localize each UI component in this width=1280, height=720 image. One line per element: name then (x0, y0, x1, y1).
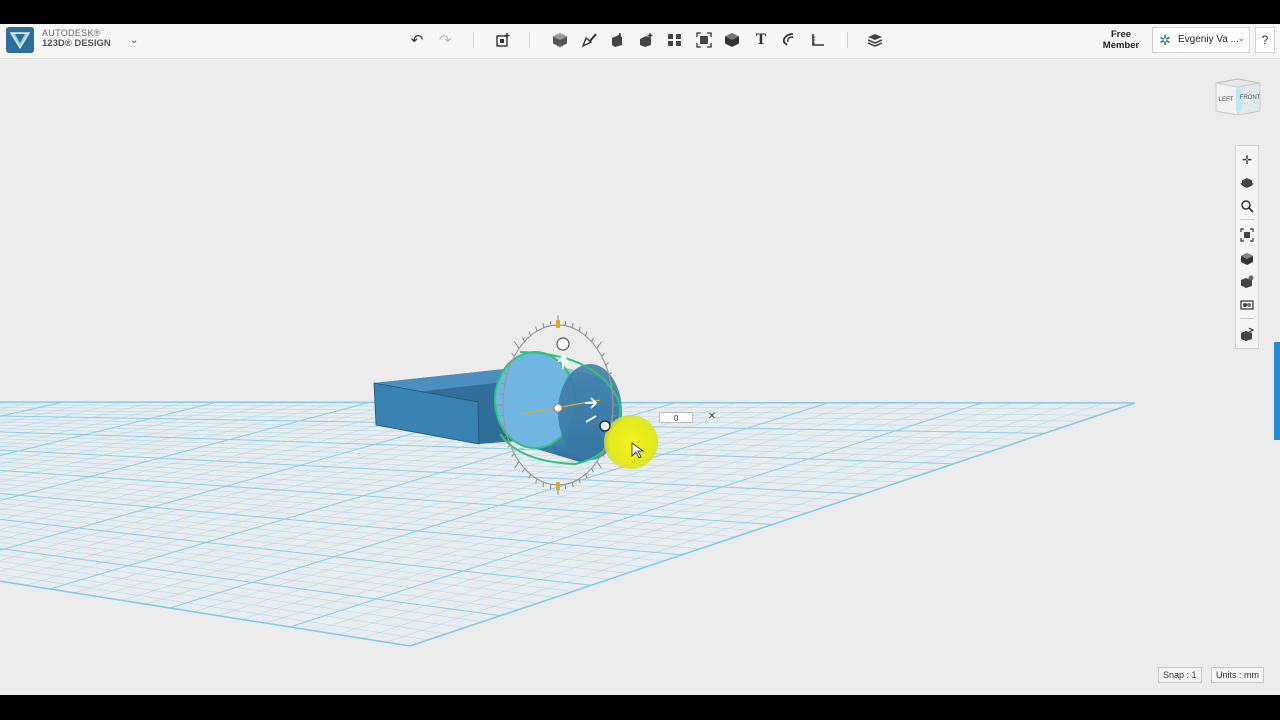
membership-status[interactable]: Free Member (1100, 29, 1142, 51)
sketch-icon[interactable] (578, 29, 600, 51)
perspective-icon[interactable] (1237, 249, 1257, 269)
3d-viewport[interactable] (0, 58, 1280, 695)
navigation-bar: ✛ (1235, 145, 1259, 349)
toolbar-separator (473, 32, 474, 48)
avatar-icon: ✲ (1159, 32, 1171, 48)
navbar-separator (1240, 318, 1254, 319)
toolbar-separator (529, 32, 530, 48)
material-icon[interactable] (864, 29, 886, 51)
pattern-icon[interactable] (664, 29, 686, 51)
member-line-1: Free (1110, 29, 1132, 40)
user-name: Evgeniy Va ... (1178, 34, 1239, 45)
brand-line-1: AUTODESK® (42, 28, 101, 38)
primitives-icon[interactable] (549, 29, 571, 51)
measure-icon[interactable] (807, 29, 829, 51)
snap-icon[interactable] (778, 29, 800, 51)
view-cube[interactable]: LEFT FRONT (1214, 75, 1262, 116)
construct-icon[interactable] (606, 29, 628, 51)
text-icon[interactable]: T (750, 29, 772, 51)
user-account-dropdown[interactable]: ✲ Evgeniy Va ... ⌄ (1152, 27, 1250, 53)
snap-setting[interactable]: Snap : 1 (1158, 667, 1202, 683)
chevron-down-icon: ⌄ (1237, 33, 1245, 43)
units-setting[interactable]: Units : mm (1211, 667, 1265, 683)
side-panel-toggle[interactable] (1274, 342, 1280, 440)
rotation-handle-icon[interactable] (599, 420, 611, 432)
materials-outlines-icon[interactable] (1237, 295, 1257, 315)
gizmo-handle-bottom[interactable] (556, 482, 560, 490)
grouping-icon[interactable] (693, 29, 715, 51)
highlight-cursor-marker (604, 415, 658, 469)
member-line-2: Member (1102, 40, 1140, 51)
pan-icon[interactable]: ✛ (1237, 150, 1257, 170)
wrench-icon[interactable]: ✕ (705, 410, 719, 424)
modify-icon[interactable] (635, 29, 657, 51)
app-logo-icon[interactable] (6, 27, 34, 53)
fit-icon[interactable] (1237, 225, 1257, 245)
gizmo-handle-top[interactable] (556, 320, 560, 328)
help-button[interactable]: ? (1255, 27, 1275, 53)
visibility-icon[interactable] (1237, 272, 1257, 292)
combine-icon[interactable] (721, 29, 743, 51)
rotate-handle-icon[interactable] (556, 337, 570, 351)
transform-icon[interactable] (492, 29, 514, 51)
zoom-icon[interactable] (1237, 196, 1257, 216)
rotation-value-input[interactable]: 0 (659, 412, 693, 423)
app-brand: AUTODESK® 123D® DESIGN (42, 28, 111, 49)
main-toolbar: AUTODESK® 123D® DESIGN ⌄ ↶ ↷ T Free Memb… (0, 24, 1280, 59)
gizmo-center-handle[interactable] (553, 403, 563, 413)
app-window: AUTODESK® 123D® DESIGN ⌄ ↶ ↷ T Free Memb… (0, 24, 1280, 695)
navbar-separator (1240, 219, 1254, 220)
grid-icon[interactable] (1237, 324, 1257, 344)
toolbar-separator (847, 32, 848, 48)
undo-icon[interactable]: ↶ (406, 29, 428, 51)
app-menu-chevron-down-icon[interactable]: ⌄ (130, 35, 138, 46)
viewcube-left-face[interactable]: LEFT (1219, 97, 1234, 103)
brand-line-2: 123D® DESIGN (42, 38, 111, 49)
redo-icon[interactable]: ↷ (434, 29, 456, 51)
orbit-icon[interactable] (1237, 173, 1257, 193)
viewcube-front-face[interactable]: FRONT (1240, 95, 1261, 101)
